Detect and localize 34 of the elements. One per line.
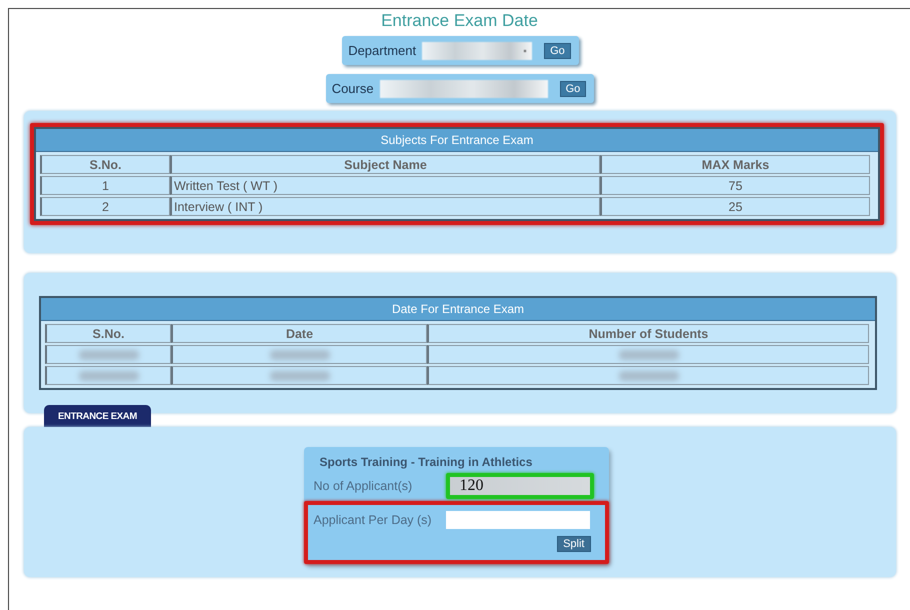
blurred-value	[78, 370, 138, 380]
field-label: Course	[332, 81, 374, 96]
table-cell: 75	[600, 176, 870, 195]
table-cell: Interview ( INT )	[170, 197, 600, 216]
column-header: S.No.	[45, 324, 171, 343]
column-header: Subject Name	[170, 155, 600, 174]
split-button[interactable]: Split	[557, 536, 590, 552]
blurred-value	[618, 370, 678, 380]
blurred-value	[270, 350, 330, 360]
column-header: Number of Students	[427, 324, 869, 343]
column-header: S.No.	[40, 155, 170, 174]
dropdown-field[interactable]	[422, 42, 532, 60]
table-cell: Written Test ( WT )	[170, 176, 600, 195]
go-button[interactable]: Go	[544, 42, 571, 58]
input-field[interactable]	[446, 511, 590, 529]
field-label: No of Applicant(s)	[314, 479, 414, 493]
page-title: Entrance Exam Date	[381, 11, 538, 30]
column-header: Date	[171, 324, 427, 343]
table-title: Subjects For Entrance Exam	[36, 129, 878, 152]
blurred-value	[78, 350, 138, 360]
form-title: Sports Training - Training in Athletics	[318, 455, 534, 469]
input-field[interactable]: 120	[450, 477, 590, 495]
table-cell: 1	[40, 176, 170, 195]
field-label: Applicant Per Day (s)	[314, 513, 433, 527]
blurred-value	[270, 370, 330, 380]
column-header: MAX Marks	[600, 155, 870, 174]
table-cell: 25	[600, 197, 870, 216]
table-cell: 2	[40, 197, 170, 216]
blurred-value	[618, 350, 678, 360]
go-button[interactable]: Go	[560, 80, 586, 96]
input-field[interactable]	[380, 80, 548, 98]
tab[interactable]: ENTRANCE EXAM	[44, 405, 151, 427]
field-label: Department	[348, 43, 416, 58]
table-title: Date For Entrance Exam	[41, 298, 875, 321]
